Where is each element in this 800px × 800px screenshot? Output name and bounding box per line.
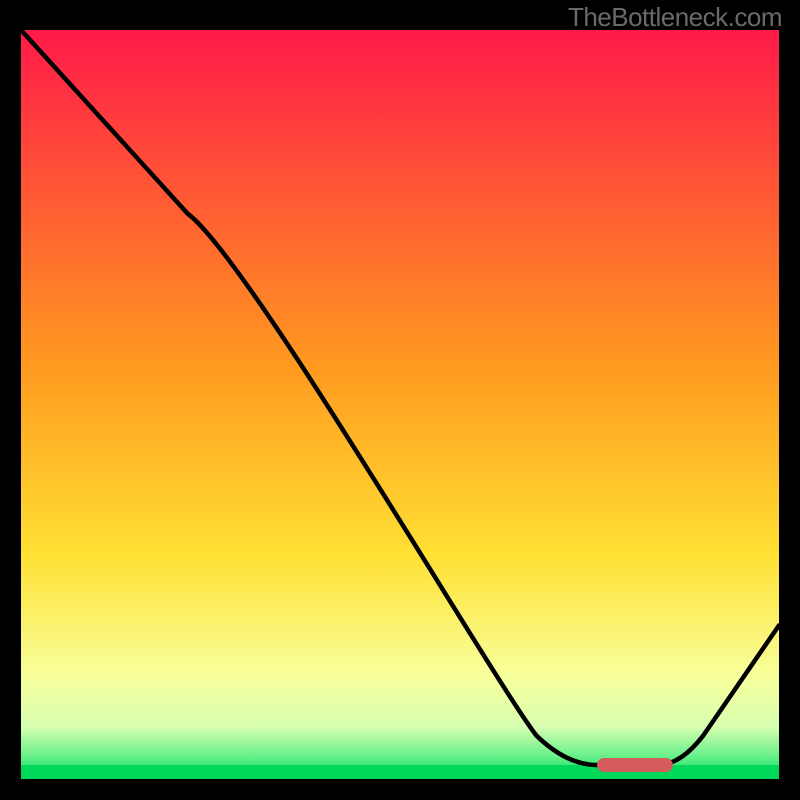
optimal-marker [597, 758, 673, 772]
watermark-text: TheBottleneck.com [568, 2, 782, 33]
gradient-background [21, 30, 779, 779]
chart-frame [21, 30, 779, 779]
chart-svg [21, 30, 779, 779]
